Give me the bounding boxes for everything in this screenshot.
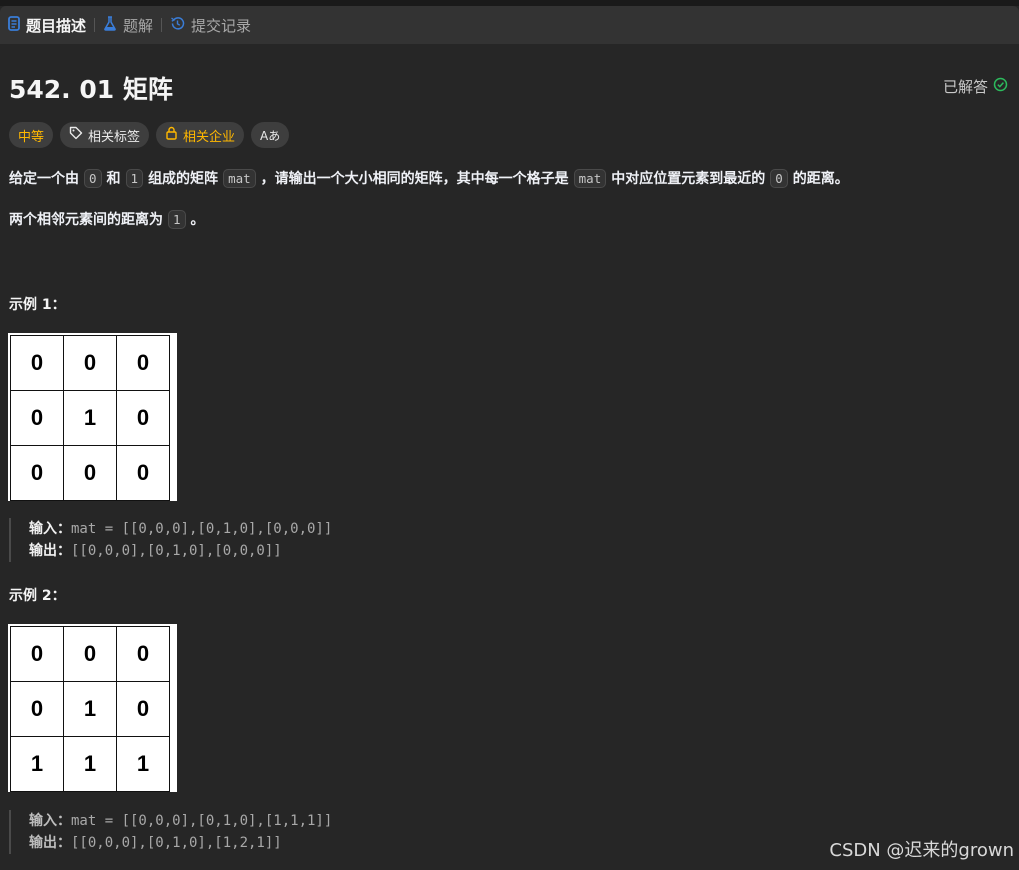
output-value: [[0,0,0],[0,1,0],[1,2,1]] [71,835,282,851]
input-label: 输入： [29,813,71,829]
tab-submissions-label: 提交记录 [191,16,252,35]
tab-description[interactable]: 题目描述 [0,15,94,36]
lock-icon [165,126,178,144]
history-icon [170,16,185,35]
description-text: 两个相邻元素间的距离为 [9,212,163,228]
example-1-io: 输入：mat = [[0,0,0],[0,1,0],[0,0,0]] 输出：[[… [9,518,332,562]
companies-button[interactable]: 相关企业 [156,122,245,148]
example-2-matrix-image: 0 0 0 0 1 0 1 1 1 [8,624,177,792]
matrix-cell: 1 [63,681,117,737]
problem-title: 542. 01 矩阵 [9,75,173,104]
tab-description-label: 题目描述 [26,16,87,35]
companies-label: 相关企业 [183,129,236,145]
example-input-line: 输入：mat = [[0,0,0],[0,1,0],[0,0,0]] [29,518,332,540]
difficulty-badge: 中等 [9,122,54,148]
inline-code: mat [223,168,256,188]
matrix-cell: 0 [116,390,170,446]
tab-submissions[interactable]: 提交记录 [162,15,259,36]
tag-icon [69,126,83,144]
inline-code: 1 [125,168,144,188]
matrix-row: 0 1 0 [10,681,170,737]
example-2-heading: 示例 2： [9,588,66,604]
font-size-button[interactable]: Aあ [251,122,290,148]
tab-bar: 题目描述 题解 提交记录 [0,6,1019,44]
tab-solutions-label: 题解 [123,16,154,35]
solved-status-label: 已解答 [942,78,988,96]
problem-tags: 中等 相关标签 相关企业 Aあ [9,122,290,148]
example-2-io: 输入：mat = [[0,0,0],[0,1,0],[1,1,1]] 输出：[[… [9,810,332,854]
matrix-cell: 0 [116,626,170,682]
topics-label: 相关标签 [88,129,141,145]
matrix-cell: 1 [10,736,64,792]
description-text: 中对应位置元素到最近的 [611,171,766,187]
matrix-cell: 1 [116,736,170,792]
example-input-line: 输入：mat = [[0,0,0],[0,1,0],[1,1,1]] [29,810,332,832]
example-output-line: 输出：[[0,0,0],[0,1,0],[1,2,1]] [29,832,332,854]
example-1-heading: 示例 1： [9,297,66,313]
matrix-cell: 0 [10,390,64,446]
check-circle-icon [993,77,1008,96]
matrix-table: 0 0 0 0 1 0 1 1 1 [10,626,170,792]
matrix-cell: 0 [10,335,64,391]
topics-button[interactable]: 相关标签 [60,122,150,148]
output-label: 输出： [29,543,71,559]
example-output-line: 输出：[[0,0,0],[0,1,0],[0,0,0]] [29,540,332,562]
matrix-cell: 0 [116,445,170,501]
inline-code: 1 [168,209,186,229]
matrix-cell: 1 [63,736,117,792]
matrix-row: 0 0 0 [10,335,170,391]
matrix-cell: 0 [63,335,117,391]
output-value: [[0,0,0],[0,1,0],[0,0,0]] [71,543,282,559]
description-text: ，请输出一个大小相同的矩阵，其中每一个格子是 [260,171,569,187]
input-label: 输入： [29,521,71,537]
matrix-row: 1 1 1 [10,736,170,792]
inline-code: 0 [770,168,788,188]
matrix-cell: 0 [63,626,117,682]
description-text: 给定一个由 [9,171,79,187]
matrix-cell: 0 [10,445,64,501]
translate-icon: Aあ [260,128,281,143]
input-value: mat = [[0,0,0],[0,1,0],[1,1,1]] [71,813,333,829]
tab-solutions[interactable]: 题解 [95,15,161,36]
input-value: mat = [[0,0,0],[0,1,0],[0,0,0]] [71,521,333,537]
description-text: 。 [190,212,205,228]
description-paragraph: 给定一个由 0 和 1 组成的矩阵 mat ，请输出一个大小相同的矩阵，其中每一… [9,168,849,188]
description-icon [8,15,20,35]
matrix-cell: 0 [10,681,64,737]
matrix-row: 0 0 0 [10,626,170,682]
csdn-watermark: CSDN @迟来的grown [829,840,1014,861]
matrix-cell: 0 [10,626,64,682]
matrix-cell: 0 [116,681,170,737]
description-text: 组成的矩阵 [148,171,219,187]
output-label: 输出： [29,835,71,851]
example-1-matrix-image: 0 0 0 0 1 0 0 0 0 [8,333,177,501]
matrix-row: 0 1 0 [10,390,170,446]
solved-status: 已解答 [943,76,1008,97]
description-text: 和 [106,171,121,187]
inline-code: 0 [84,168,102,188]
flask-icon [103,15,117,35]
description-text: 的距离。 [792,171,849,187]
matrix-cell: 0 [116,335,170,391]
matrix-cell: 1 [63,390,117,446]
description-paragraph-2: 两个相邻元素间的距离为 1 。 [9,209,205,229]
matrix-table: 0 0 0 0 1 0 0 0 0 [10,335,170,501]
difficulty-label: 中等 [18,129,45,145]
matrix-row: 0 0 0 [10,445,170,501]
matrix-cell: 0 [63,445,117,501]
inline-code: mat [573,168,607,188]
